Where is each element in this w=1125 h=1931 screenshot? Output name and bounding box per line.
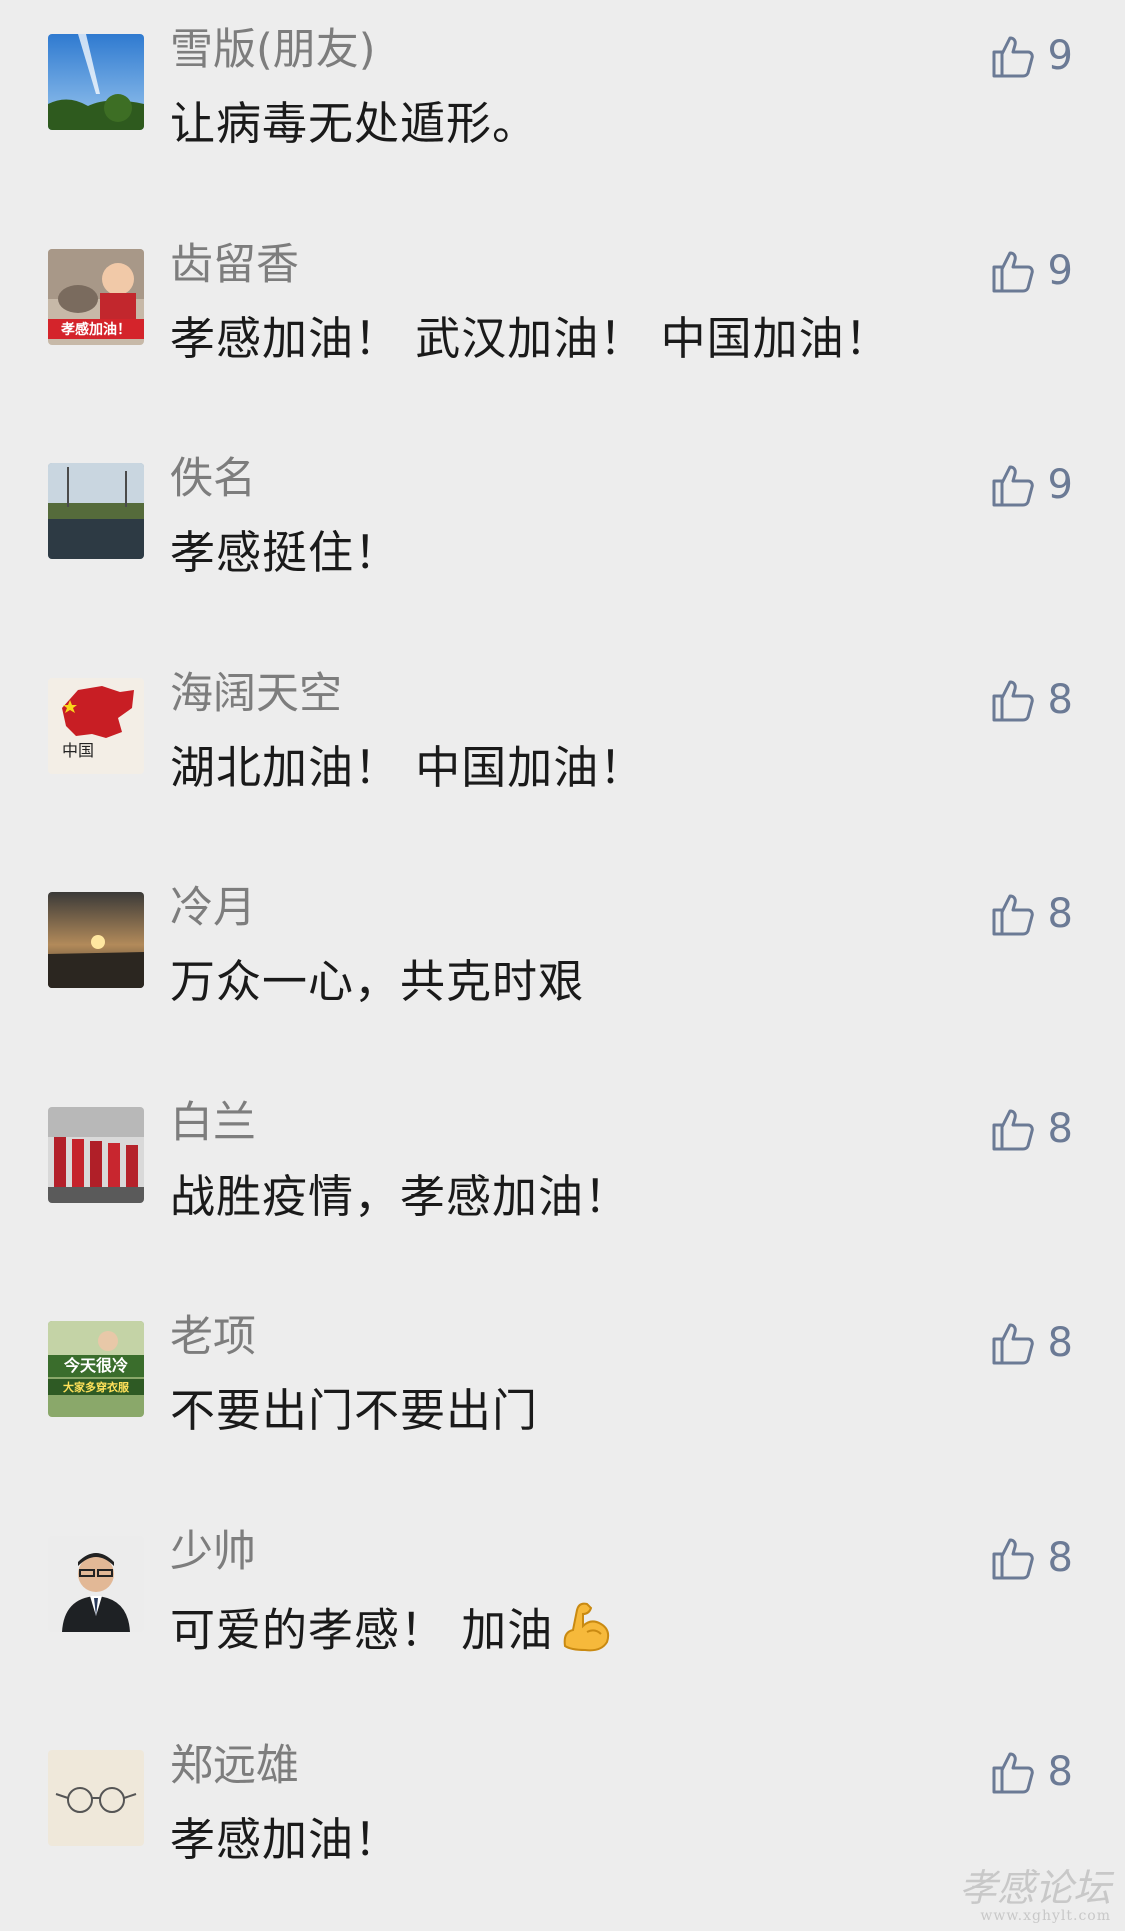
like-button[interactable]: 9 xyxy=(988,459,1073,511)
commenter-name[interactable]: 齿留香 xyxy=(170,237,299,293)
comment-text: 湖北加油！ 中国加油！ xyxy=(170,740,646,794)
comment-text: 战胜疫情，孝感加油！ xyxy=(170,1169,631,1223)
comment-list: 雪版(朋友) 让病毒无处遁形。 9 孝感加油！ 齿留香 孝感加油！ 武汉加油！ … xyxy=(0,0,1125,1931)
avatar[interactable]: 今天很冷 大家多穿衣服 xyxy=(48,1321,144,1417)
thumbs-up-icon xyxy=(992,465,1034,507)
comment-text: 可爱的孝感！ 加油 xyxy=(170,1596,617,1671)
comment-item: 少帅 可爱的孝感！ 加油 8 xyxy=(0,1502,1125,1717)
like-button[interactable]: 9 xyxy=(988,245,1073,297)
watermark-logo: 孝感论坛 www.xghylt.com xyxy=(959,1868,1111,1924)
like-button[interactable]: 8 xyxy=(988,1532,1073,1584)
watermark-url: www.xghylt.com xyxy=(980,1908,1111,1924)
thumbs-up-icon xyxy=(992,894,1034,936)
thumbs-up-icon xyxy=(992,251,1034,292)
thumbs-up-icon xyxy=(992,680,1034,721)
comment-text: 万众一心，共克时艰 xyxy=(170,955,585,1008)
comment-text: 孝感挺住！ xyxy=(170,526,401,579)
like-button[interactable]: 8 xyxy=(988,1317,1073,1369)
commenter-name[interactable]: 郑远雄 xyxy=(170,1738,299,1794)
like-button[interactable]: 8 xyxy=(988,1103,1073,1155)
comment-item: 孝感加油！ 齿留香 孝感加油！ 武汉加油！ 中国加油！ 9 xyxy=(0,215,1125,430)
like-count: 8 xyxy=(1047,891,1073,937)
avatar[interactable] xyxy=(48,1535,144,1632)
like-count: 9 xyxy=(1047,462,1073,508)
comment-item: 白兰 战胜疫情，孝感加油！ 8 xyxy=(0,1073,1125,1288)
comment-text: 孝感加油！ 武汉加油！ 中国加油！ xyxy=(170,311,891,365)
thumbs-up-icon xyxy=(992,1538,1034,1579)
commenter-name[interactable]: 老项 xyxy=(170,1309,256,1365)
commenter-name[interactable]: 佚名 xyxy=(170,451,256,507)
comment-item: 中国 海阔天空 湖北加油！ 中国加油！ 8 xyxy=(0,644,1125,859)
commenter-name[interactable]: 白兰 xyxy=(170,1095,256,1151)
like-count: 9 xyxy=(1047,247,1073,294)
like-button[interactable]: 8 xyxy=(988,1746,1073,1798)
comment-item: 佚名 孝感挺住！ 9 xyxy=(0,429,1125,644)
comment-text-content: 可爱的孝感！ 加油 xyxy=(170,1603,554,1656)
like-count: 8 xyxy=(1047,1105,1073,1152)
flexed-biceps-icon xyxy=(557,1596,617,1671)
like-count: 8 xyxy=(1047,676,1073,723)
like-count: 9 xyxy=(1047,33,1073,79)
avatar-sublabel: 大家多穿衣服 xyxy=(63,1380,130,1394)
like-button[interactable]: 9 xyxy=(988,30,1073,82)
like-count: 8 xyxy=(1047,1749,1073,1795)
comment-item: 雪版(朋友) 让病毒无处遁形。 9 xyxy=(0,0,1125,215)
thumbs-up-icon xyxy=(992,1323,1034,1365)
watermark-text: 孝感论坛 xyxy=(958,1866,1111,1910)
like-count: 8 xyxy=(1047,1534,1073,1581)
like-button[interactable]: 8 xyxy=(988,888,1073,940)
comment-item: 今天很冷 大家多穿衣服 老项 不要出门不要出门 8 xyxy=(0,1287,1125,1502)
avatar-label: 中国 xyxy=(62,741,94,760)
commenter-name[interactable]: 海阔天空 xyxy=(170,666,342,722)
thumbs-up-icon xyxy=(992,36,1034,78)
commenter-name[interactable]: 冷月 xyxy=(170,880,256,936)
commenter-name[interactable]: 少帅 xyxy=(170,1524,256,1580)
like-count: 8 xyxy=(1047,1320,1073,1366)
avatar[interactable] xyxy=(48,1750,144,1846)
avatar[interactable] xyxy=(48,1106,144,1203)
like-button[interactable]: 8 xyxy=(988,674,1073,726)
avatar[interactable]: 中国 xyxy=(48,677,144,774)
avatar-label: 今天很冷 xyxy=(63,1356,128,1375)
avatar[interactable]: 孝感加油！ xyxy=(48,248,144,345)
thumbs-up-icon xyxy=(992,1109,1034,1150)
comment-text: 孝感加油！ xyxy=(170,1813,401,1866)
avatar[interactable] xyxy=(48,463,144,559)
avatar[interactable] xyxy=(48,892,144,988)
commenter-name[interactable]: 雪版(朋友) xyxy=(170,22,376,78)
comment-item: 郑远雄 孝感加油！ 8 xyxy=(0,1716,1125,1931)
avatar-label: 孝感加油！ xyxy=(60,321,131,337)
thumbs-up-icon xyxy=(992,1752,1034,1794)
avatar[interactable] xyxy=(48,34,144,130)
comment-text: 不要出门不要出门 xyxy=(170,1384,539,1437)
comment-item: 冷月 万众一心，共克时艰 8 xyxy=(0,858,1125,1073)
comment-text: 让病毒无处遁形。 xyxy=(170,97,539,150)
